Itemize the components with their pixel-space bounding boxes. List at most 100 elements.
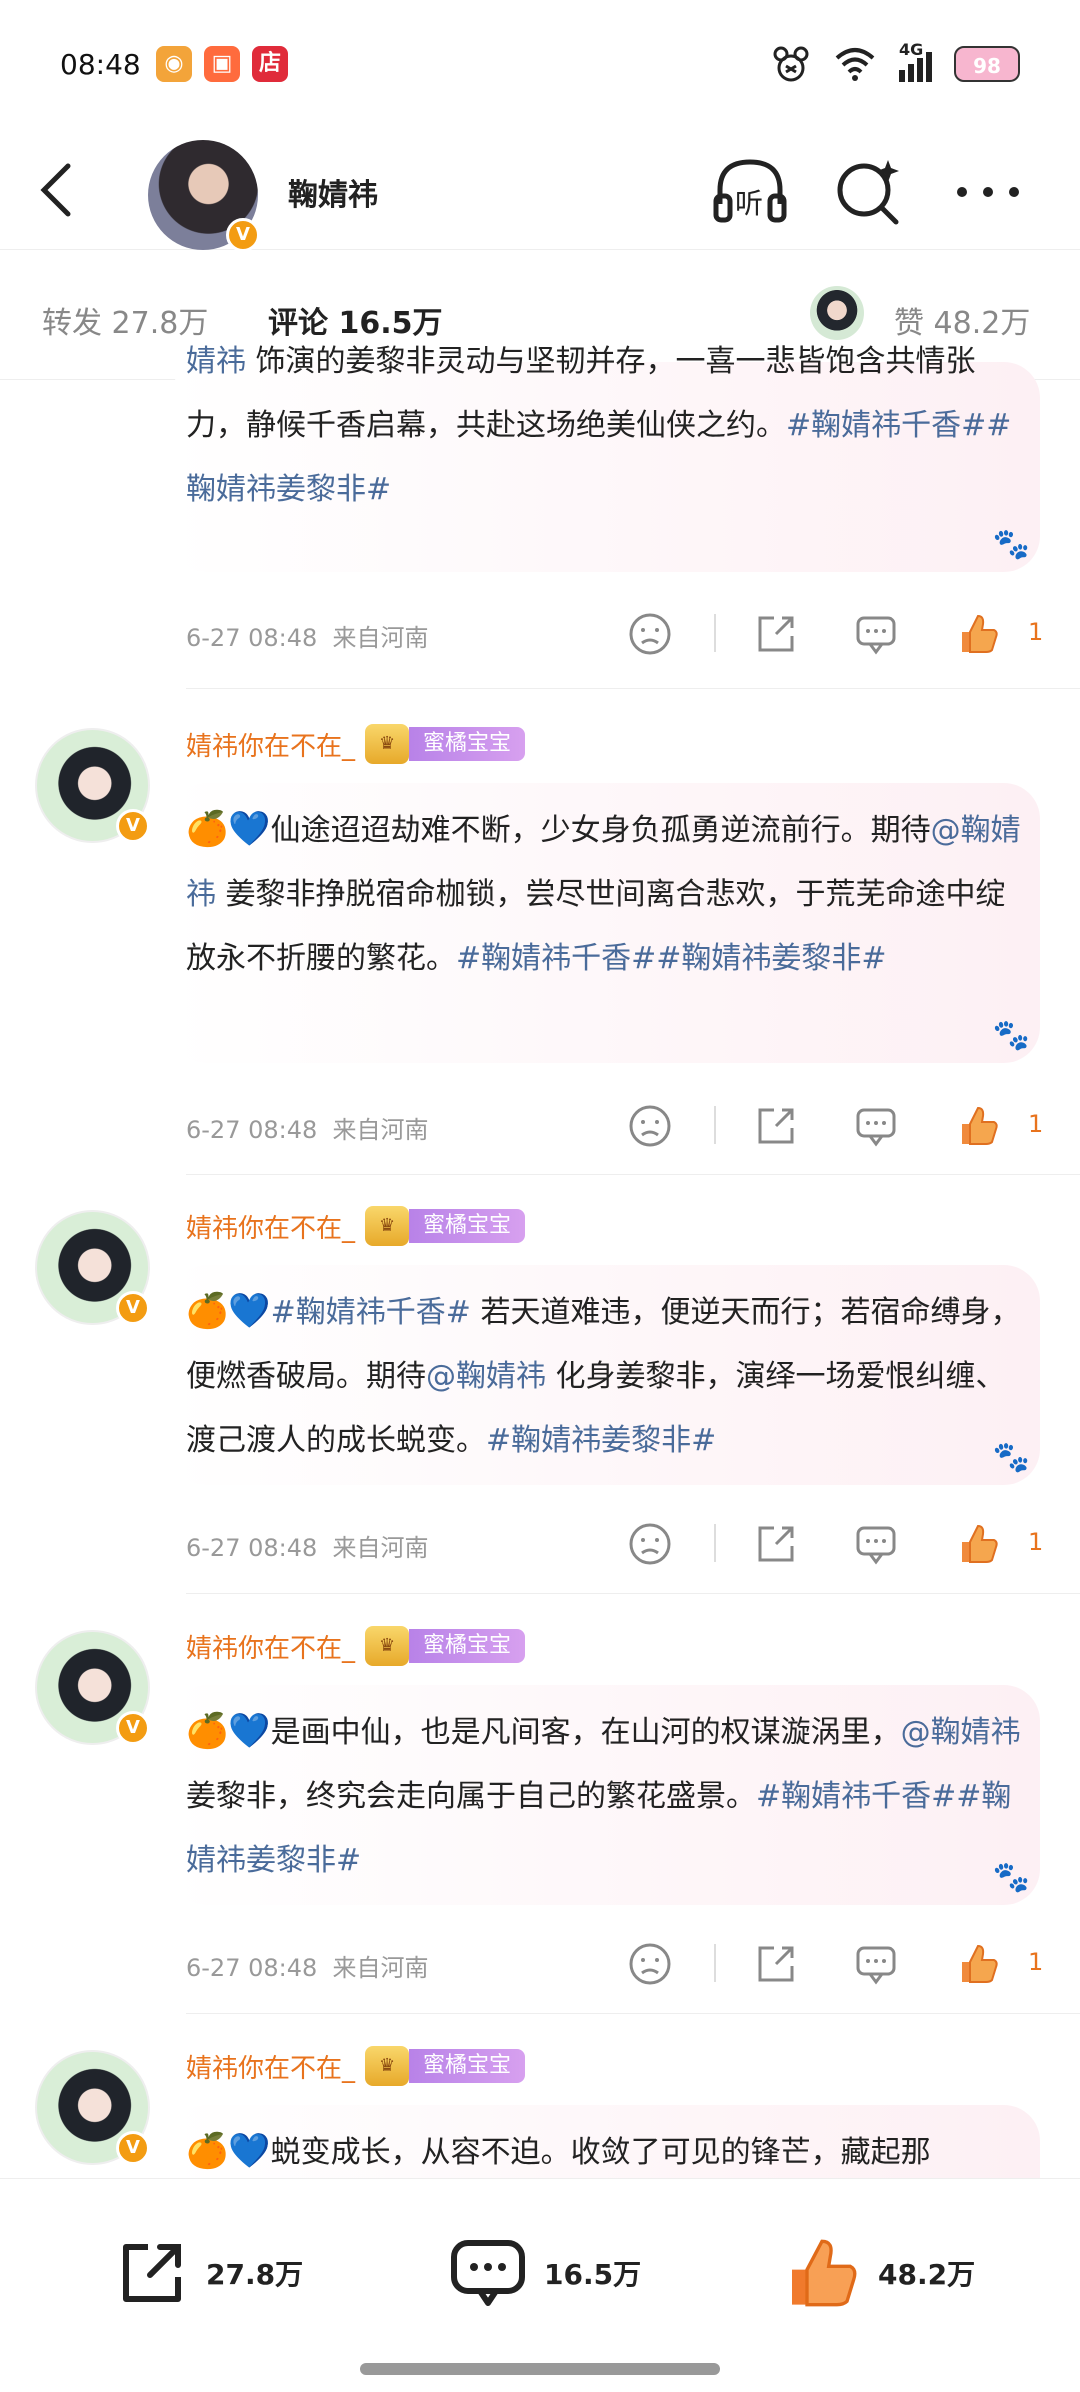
comment-text: 🍊💙#鞠婧祎千香# 若天道难违，便逆天而行；若宿命缚身，便燃香破局。期待@鞠婧祎… [186,1291,1021,1458]
share-icon[interactable] [752,1520,800,1568]
dislike-icon[interactable] [626,1102,674,1150]
search-icon[interactable] [830,154,910,230]
meta-divider [714,614,716,652]
orange-heart-emoji: 🍊💙 [186,1291,271,1331]
mention-link[interactable]: @鞠婧祎 [426,1359,546,1394]
repost-button[interactable]: 27.8万 [114,2233,303,2313]
crown-icon: ♛ [365,1626,410,1666]
crown-icon: ♛ [365,1206,410,1246]
like-icon[interactable] [954,1940,1002,1988]
thumbs-up-icon [792,2239,857,2307]
comment-item: V 婧祎你在不在_ ♛ 蜜橘宝宝 🍊💙是画中仙，也是凡间客，在山河的权谋漩涡里，… [0,1610,1080,2030]
tab-repost[interactable]: 转发 27.8万 [42,298,208,342]
comment-bubble: 婧祎 饰演的姜黎非灵动与坚韧并存，一喜一悲皆饱含共情张力，静候千香启幕，共赴这场… [170,344,1040,572]
repost-icon [123,2244,181,2302]
like-icon[interactable] [954,1520,1002,1568]
meta-divider [714,1944,716,1982]
weibo-app-icon: ◉ [156,46,192,82]
comment-separator [186,1593,1080,1594]
fan-medal[interactable]: ♛ 蜜橘宝宝 [365,1206,526,1246]
bear-icon [773,46,809,82]
commenter-name[interactable]: 婧祎你在不在_ [186,726,355,763]
share-icon[interactable] [752,1940,800,1988]
top-header: V 鞠婧祎 听 [0,130,1080,252]
bottom-action-bar: 27.8万 16.5万 48.2万 [0,2178,1080,2392]
hashtag-link[interactable]: #鞠婧祎千香##鞠婧祎姜黎非# [456,941,887,976]
verified-badge: V [116,2131,150,2165]
commenter-avatar[interactable]: V [35,1630,150,1745]
like-count: 1 [1028,1528,1044,1556]
paw-decoration-icon: 🐾 [992,1018,1030,1053]
commenter-name[interactable]: 婧祎你在不在_ [186,1208,355,1245]
comment-item: 婧祎 饰演的姜黎非灵动与坚韧并存，一喜一悲皆饱含共情张力，静候千香启幕，共赴这场… [0,344,1080,692]
comment-item: V 婧祎你在不在_ ♛ 蜜橘宝宝 🍊💙#鞠婧祎千香# 若天道难违，便逆天而行；若… [0,1190,1080,1610]
reply-icon[interactable] [852,610,900,658]
reply-icon[interactable] [852,1940,900,1988]
fan-medal[interactable]: ♛ 蜜橘宝宝 [365,1626,526,1666]
crown-icon: ♛ [365,2046,410,2086]
share-icon[interactable] [752,610,800,658]
orange-heart-emoji: 🍊💙 [186,809,271,849]
profile-name[interactable]: 鞠婧祎 [288,170,378,214]
share-icon[interactable] [752,1102,800,1150]
verified-badge: V [226,218,260,252]
mention-link[interactable]: 婧祎 [186,344,246,379]
comment-meta: 6-27 08:48 来自河南 1 [186,1512,1056,1572]
orange-heart-emoji: 🍊💙 [186,1711,271,1751]
comment-item: V 婧祎你在不在_ ♛ 蜜橘宝宝 🍊💙仙途迢迢劫难不断，少女身负孤勇逆流前行。期… [0,708,1080,1188]
meta-divider [714,1106,716,1144]
profile-avatar[interactable]: V [148,140,260,252]
commenter-avatar[interactable]: V [35,728,150,843]
tab-repost-label: 转发 [42,306,102,341]
comment-text: 🍊💙仙途迢迢劫难不断，少女身负孤勇逆流前行。期待@鞠婧祎 姜黎非挣脱宿命枷锁，尝… [186,809,1021,976]
back-icon[interactable] [30,158,90,222]
battery-indicator: 98 [954,46,1020,82]
dislike-icon[interactable] [626,1940,674,1988]
verified-badge: V [116,1291,150,1325]
commenter-avatar[interactable]: V [35,2050,150,2165]
commenter-name[interactable]: 婧祎你在不在_ [186,1628,355,1665]
comment-bubble: 🍊💙仙途迢迢劫难不断，少女身负孤勇逆流前行。期待@鞠婧祎 姜黎非挣脱宿命枷锁，尝… [170,783,1040,1063]
commenter-name[interactable]: 婧祎你在不在_ [186,2048,355,2085]
mention-link[interactable]: @鞠婧祎 [901,1715,1021,1750]
like-button[interactable]: 48.2万 [782,2233,975,2313]
orange-heart-emoji: 🍊💙 [186,2131,271,2171]
paw-decoration-icon: 🐾 [992,527,1030,562]
like-icon[interactable] [954,610,1002,658]
hashtag-link[interactable]: #鞠婧祎姜黎非# [486,1423,716,1458]
reply-icon[interactable] [852,1520,900,1568]
camera-app-icon: ▣ [204,46,240,82]
comment-bubble: 🍊💙蜕变成长，从容不迫。收敛了可见的锋芒，藏起那 [170,2105,1040,2178]
dislike-icon[interactable] [626,1520,674,1568]
reply-icon[interactable] [852,1102,900,1150]
like-icon[interactable] [954,1102,1002,1150]
like-count-total: 48.2万 [878,2258,976,2291]
more-icon[interactable] [948,154,1028,230]
fan-medal-label: 蜜橘宝宝 [409,2049,526,2083]
comment-separator [186,2013,1080,2014]
commenter-avatar[interactable]: V [35,1210,150,1325]
crown-icon: ♛ [365,724,410,764]
fan-medal[interactable]: ♛ 蜜橘宝宝 [365,724,526,764]
like-count: 1 [1028,1110,1044,1138]
comment-text: 🍊💙蜕变成长，从容不迫。收敛了可见的锋芒，藏起那 [186,2131,931,2171]
comment-meta: 6-27 08:48 来自河南 1 [186,1932,1056,1992]
fan-medal-label: 蜜橘宝宝 [409,1209,526,1243]
repost-count: 27.8万 [206,2258,304,2291]
home-indicator[interactable] [360,2363,720,2375]
comment-icon [451,2240,525,2306]
comment-time-location: 6-27 08:48 来自河南 [186,1116,429,1144]
comment-time-location: 6-27 08:48 来自河南 [186,1534,429,1562]
comment-bubble: 🍊💙是画中仙，也是凡间客，在山河的权谋漩涡里，@鞠婧祎 姜黎非，终究会走向属于自… [170,1685,1040,1905]
signal-icon: 4G [899,40,932,82]
comment-text: 🍊💙是画中仙，也是凡间客，在山河的权谋漩涡里，@鞠婧祎 姜黎非，终究会走向属于自… [186,1711,1021,1878]
status-time: 08:48 [60,48,141,81]
fan-medal-label: 蜜橘宝宝 [409,1629,526,1663]
paw-decoration-icon: 🐾 [992,1440,1030,1475]
fan-medal[interactable]: ♛ 蜜橘宝宝 [365,2046,526,2086]
hashtag-link[interactable]: #鞠婧祎千香# [271,1295,471,1330]
dislike-icon[interactable] [626,610,674,658]
listen-button[interactable]: 听 [710,154,790,230]
comment-meta: 6-27 08:48 来自河南 1 [186,1094,1056,1154]
comment-button[interactable]: 16.5万 [448,2233,641,2313]
